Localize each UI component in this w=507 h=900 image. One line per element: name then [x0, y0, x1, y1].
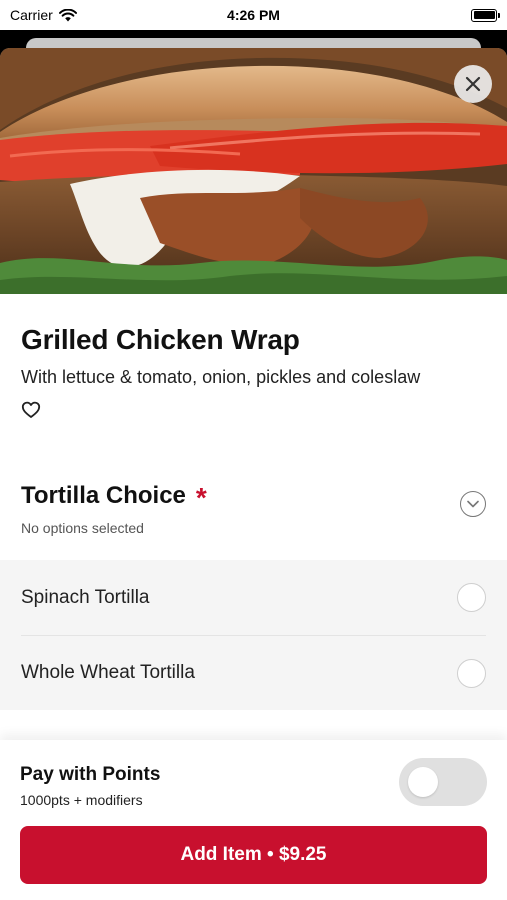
option-group-title: Tortilla Choice: [21, 482, 186, 509]
pay-with-points-row: Pay with Points 1000pts + modifiers: [20, 740, 487, 828]
option-radio[interactable]: [457, 658, 486, 688]
pay-with-points-toggle[interactable]: [399, 758, 487, 806]
item-info: Grilled Chicken Wrap With lettuce & toma…: [0, 294, 507, 425]
favorite-button[interactable]: [21, 400, 41, 420]
tortilla-choice-header[interactable]: Tortilla Choice * No options selected: [0, 480, 507, 560]
option-whole-wheat-tortilla[interactable]: Whole Wheat Tortilla: [21, 635, 486, 710]
tortilla-option-list: Spinach Tortilla Whole Wheat Tortilla: [0, 560, 507, 710]
wifi-icon: [58, 8, 77, 21]
heart-icon: [21, 401, 41, 418]
chevron-down-icon: [467, 500, 479, 508]
toggle-knob: [408, 767, 438, 797]
item-description: With lettuce & tomato, onion, pickles an…: [21, 367, 421, 387]
item-title: Grilled Chicken Wrap: [21, 324, 300, 355]
checkout-footer: Pay with Points 1000pts + modifiers Add …: [0, 740, 507, 900]
item-detail-sheet: Grilled Chicken Wrap With lettuce & toma…: [0, 48, 507, 900]
required-indicator: *: [195, 482, 207, 513]
status-left: Carrier: [10, 7, 77, 23]
sandwich-photo: [0, 48, 507, 294]
option-group-status: No options selected: [21, 520, 144, 536]
item-photo: [0, 48, 507, 294]
option-spinach-tortilla[interactable]: Spinach Tortilla: [21, 560, 486, 635]
option-title-row: Tortilla Choice *: [21, 480, 486, 512]
battery-icon: [471, 8, 500, 22]
status-bar: Carrier 4:26 PM: [0, 0, 507, 30]
close-button[interactable]: [454, 65, 492, 103]
option-radio[interactable]: [457, 583, 486, 612]
carrier-label: Carrier: [10, 7, 53, 23]
add-item-button[interactable]: Add Item • $9.25: [20, 826, 487, 884]
option-label: Whole Wheat Tortilla: [21, 662, 195, 683]
option-label: Spinach Tortilla: [21, 586, 150, 608]
close-icon: [465, 76, 481, 92]
expand-toggle[interactable]: [460, 491, 486, 517]
